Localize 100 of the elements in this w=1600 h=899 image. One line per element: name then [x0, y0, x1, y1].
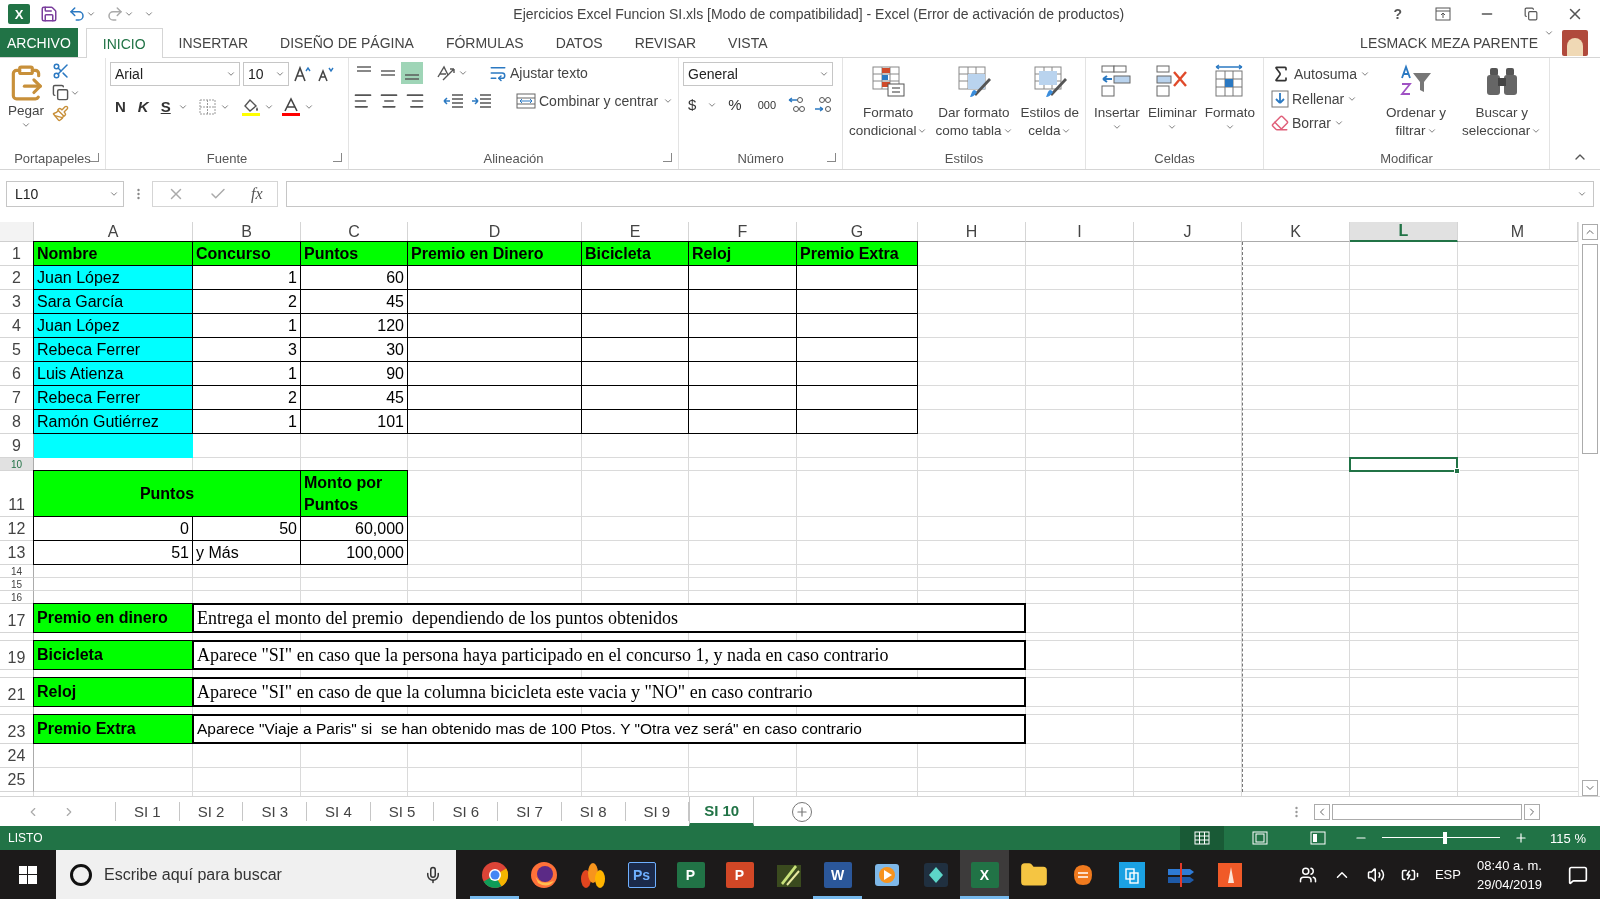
- thousands-button[interactable]: 000: [752, 96, 782, 113]
- sheet-tab[interactable]: SI 6: [434, 802, 499, 821]
- taskbar-app-button[interactable]: W: [813, 850, 862, 899]
- fill-button[interactable]: Rellenar: [1268, 88, 1374, 110]
- volume-icon[interactable]: [1366, 865, 1385, 884]
- taskbar-app-button[interactable]: P: [666, 850, 715, 899]
- people-icon[interactable]: [1298, 865, 1317, 884]
- column-header[interactable]: M: [1458, 222, 1578, 242]
- sheet-tab[interactable]: SI 4: [307, 802, 371, 821]
- column-header[interactable]: L: [1350, 222, 1458, 242]
- vertical-align-button[interactable]: [401, 62, 423, 84]
- text-orientation-icon[interactable]: [435, 63, 457, 83]
- column-header[interactable]: I: [1026, 222, 1134, 242]
- autosum-button[interactable]: Autosuma: [1268, 62, 1374, 86]
- view-button[interactable]: [1180, 826, 1225, 850]
- sheet-tab[interactable]: SI 3: [243, 802, 308, 821]
- taskbar-app-button[interactable]: Ps: [617, 850, 666, 899]
- styles-button[interactable]: Dar formato como tabla: [932, 62, 1016, 142]
- sheet-tab[interactable]: SI 8: [561, 802, 626, 821]
- font-color-icon[interactable]: [279, 96, 302, 117]
- ribbon-tab[interactable]: VISTA: [712, 28, 784, 57]
- column-header[interactable]: J: [1134, 222, 1242, 242]
- dialog-launcher-icon[interactable]: [90, 153, 99, 162]
- ribbon-tab[interactable]: FÓRMULAS: [429, 28, 540, 57]
- row-header[interactable]: 16: [0, 591, 34, 604]
- column-header[interactable]: H: [918, 222, 1026, 242]
- font-size-select[interactable]: 10: [243, 62, 289, 86]
- formula-input[interactable]: [285, 181, 1594, 207]
- help-button[interactable]: ?: [1393, 6, 1402, 22]
- increase-decimal-icon[interactable]: [787, 94, 808, 115]
- zoom-thumb[interactable]: [1442, 832, 1447, 844]
- column-header[interactable]: K: [1242, 222, 1350, 242]
- shrink-font-icon[interactable]: [315, 65, 335, 83]
- borders-icon[interactable]: [197, 97, 218, 116]
- dialog-launcher-icon[interactable]: [663, 153, 672, 162]
- cells-button[interactable]: Formato: [1201, 62, 1258, 134]
- user-avatar[interactable]: [1562, 29, 1588, 56]
- styles-button[interactable]: Estilos de celda: [1017, 62, 1083, 142]
- fill-color-icon[interactable]: [239, 96, 262, 117]
- file-tab[interactable]: ARCHIVO: [0, 28, 78, 57]
- scroll-thumb[interactable]: [1581, 244, 1598, 454]
- row-header[interactable]: 24: [0, 744, 34, 768]
- sheet-tab[interactable]: SI 2: [179, 802, 244, 821]
- sort-filter-button[interactable]: Ordenar y filtrar: [1383, 62, 1450, 142]
- sheet-tab[interactable]: SI 7: [498, 802, 562, 821]
- decrease-indent-icon[interactable]: [443, 92, 465, 110]
- clock[interactable]: 08:40 a. m. 29/04/2019: [1476, 855, 1542, 894]
- sheet-tab[interactable]: SI 1: [116, 802, 180, 821]
- cells-button[interactable]: Insertar: [1091, 62, 1143, 134]
- row-header[interactable]: 9: [0, 434, 34, 458]
- language-indicator[interactable]: ESP: [1434, 867, 1461, 882]
- zoom-in-icon[interactable]: [1514, 831, 1529, 845]
- currency-button[interactable]: $: [683, 94, 702, 115]
- dialog-launcher-icon[interactable]: [827, 153, 836, 162]
- row-header[interactable]: 10: [0, 458, 34, 471]
- restore-icon[interactable]: [1524, 7, 1538, 21]
- merge-center-button[interactable]: Combinar y centrar: [513, 90, 662, 112]
- search-field[interactable]: Escribe aquí para buscar: [56, 850, 456, 899]
- paste-button[interactable]: Pegar: [4, 62, 48, 132]
- clear-button[interactable]: Borrar: [1268, 112, 1374, 134]
- undo-icon[interactable]: [68, 5, 86, 23]
- ribbon-tab[interactable]: INICIO: [85, 28, 163, 58]
- ribbon-display-icon[interactable]: [1435, 7, 1451, 21]
- copy-icon[interactable]: [52, 84, 69, 101]
- font-name-select[interactable]: Arial: [110, 62, 240, 86]
- zoom-level[interactable]: 115 %: [1550, 830, 1586, 846]
- styles-button[interactable]: Formato condicional: [845, 62, 931, 142]
- row-header[interactable]: 25: [0, 768, 34, 792]
- underline-button[interactable]: S: [155, 96, 176, 117]
- grow-font-icon[interactable]: [292, 65, 312, 83]
- ribbon-tab[interactable]: REVISAR: [618, 28, 713, 57]
- taskbar-app-button[interactable]: P: [715, 850, 764, 899]
- insert-function-button[interactable]: fx: [251, 185, 263, 203]
- align-left-icon[interactable]: [353, 91, 373, 111]
- sheet-tab[interactable]: SI 10: [689, 797, 755, 826]
- notifications-icon[interactable]: [1568, 864, 1588, 885]
- ribbon-tab[interactable]: DATOS: [539, 28, 619, 57]
- decrease-decimal-icon[interactable]: [813, 94, 834, 115]
- microphone-icon[interactable]: [424, 865, 442, 884]
- row-header[interactable]: 14: [0, 565, 34, 578]
- number-format-select[interactable]: General: [683, 62, 833, 86]
- dialog-launcher-icon[interactable]: [333, 153, 342, 162]
- percent-button[interactable]: %: [723, 94, 747, 115]
- ribbon-tab[interactable]: INSERTAR: [162, 28, 265, 57]
- save-icon[interactable]: [40, 5, 58, 23]
- sheet-tab[interactable]: SI 5: [370, 802, 435, 821]
- scroll-thumb[interactable]: [1332, 803, 1522, 820]
- italic-button[interactable]: K: [132, 96, 154, 117]
- align-right-icon[interactable]: [405, 91, 425, 111]
- increase-indent-icon[interactable]: [471, 92, 493, 110]
- cells-button[interactable]: Eliminar: [1144, 62, 1200, 134]
- ribbon-tab[interactable]: DISEÑO DE PÁGINA: [264, 28, 430, 57]
- taskbar-app-button[interactable]: X: [960, 850, 1009, 899]
- row-header[interactable]: 15: [0, 578, 34, 591]
- user-name[interactable]: LESMACK MEZA PARENTE: [1360, 34, 1538, 51]
- name-box[interactable]: L10: [6, 181, 124, 207]
- scissors-icon[interactable]: [52, 62, 70, 80]
- spreadsheet-grid[interactable]: [0, 222, 1578, 796]
- align-center-icon[interactable]: [379, 91, 399, 111]
- fill-handle[interactable]: [1454, 468, 1460, 474]
